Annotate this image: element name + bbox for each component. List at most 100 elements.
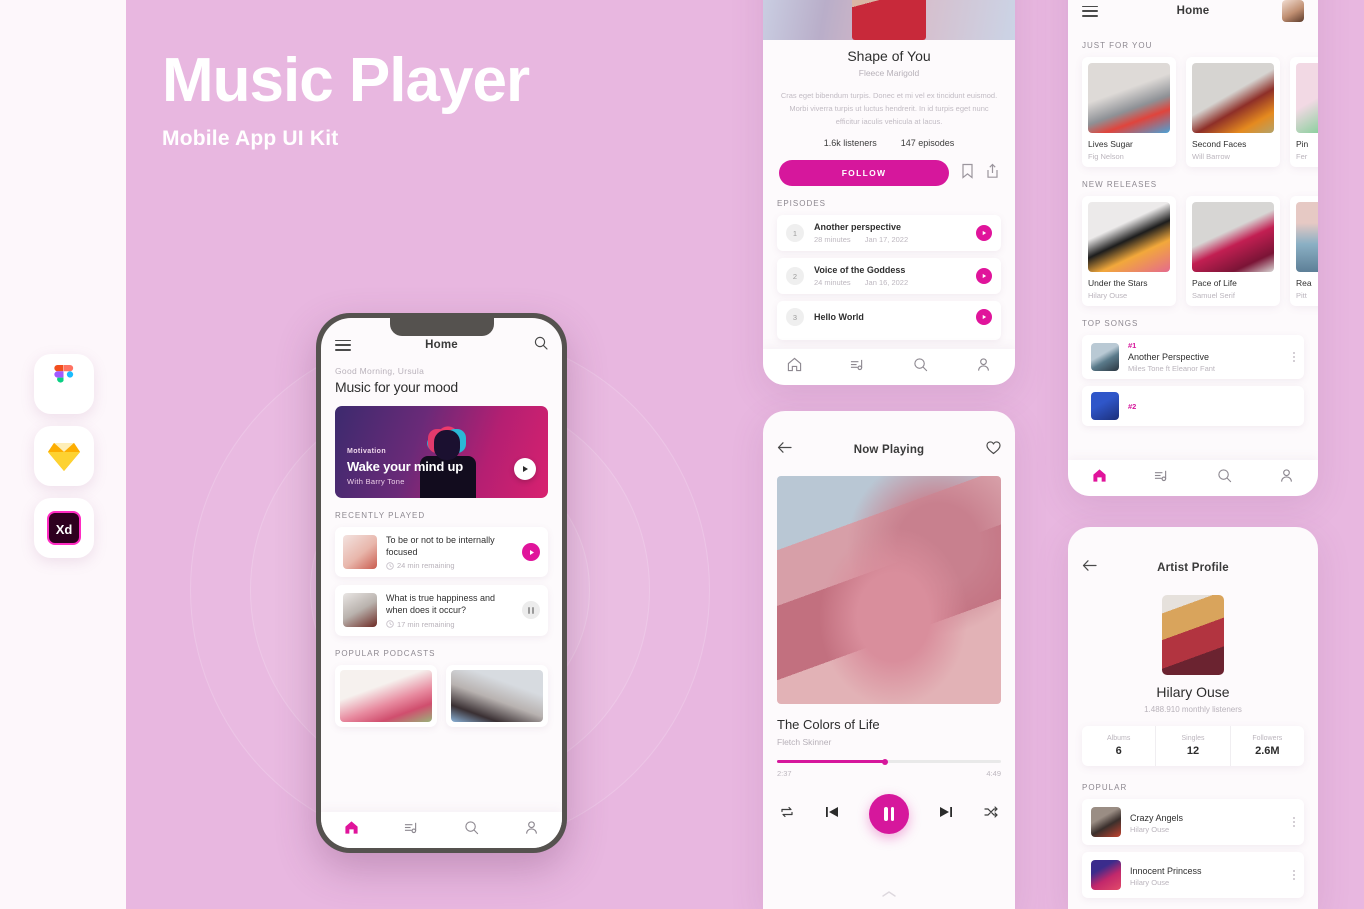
tab-search[interactable] [913,357,928,377]
album-artwork [1296,202,1318,272]
episode-duration: 24 minutes [814,278,851,288]
menu-icon[interactable] [335,339,351,351]
stat-value: 6 [1115,745,1122,757]
back-icon[interactable] [777,441,792,459]
table-row[interactable]: #2 [1082,386,1304,426]
screen-home: Home Good Morning, Ursula Music for your… [321,318,562,848]
avatar[interactable] [1282,0,1304,22]
seek-slider[interactable] [777,758,1001,765]
tab-playlist[interactable] [850,357,865,377]
table-row[interactable]: #1 Another Perspective Miles Tone ft Ele… [1082,335,1304,379]
tab-search[interactable] [464,820,479,840]
album-tile[interactable]: Under the Stars Hilary Ouse [1082,196,1176,306]
banner-play-button[interactable] [514,458,536,480]
artist-stats: Albums 6 Singles 12 Followers 2.6M [1082,726,1304,766]
pause-button[interactable] [869,794,909,834]
album-tile[interactable]: Pin Fer [1290,57,1318,167]
stat-label: Albums [1106,735,1131,742]
episode-list: 1 Another perspective 28 minutes Jan 17,… [763,215,1015,341]
album-tile[interactable]: Lives Sugar Fig Nelson [1082,57,1176,167]
song-main: Innocent Princess Hilary Ouse [1130,864,1284,887]
share-icon[interactable] [986,163,999,184]
album-title: Pace of Life [1192,278,1237,288]
tab-profile[interactable] [524,820,539,840]
tab-playlist[interactable] [1154,468,1169,488]
play-button[interactable] [976,225,992,242]
pause-button[interactable] [522,601,540,620]
podcast-card[interactable] [335,664,437,727]
list-item-remaining: 24 min remaining [397,561,455,571]
tab-home[interactable] [344,820,359,840]
episode-number: 3 [786,308,804,327]
poster-heading: Music Player Mobile App UI Kit [162,46,530,151]
podcast-stats: 1.6k listeners 147 episodes [763,138,1015,148]
album-artwork [1296,63,1318,133]
more-options-icon[interactable] [1293,817,1295,827]
follow-button[interactable]: FOLLOW [779,160,949,187]
song-main: #2 [1128,402,1295,411]
podcast-card[interactable] [446,664,548,727]
album-artwork [1088,63,1170,133]
chevron-up-icon[interactable] [763,885,1015,903]
play-button[interactable] [522,543,540,562]
play-button[interactable] [976,268,992,285]
song-title: Another Perspective [1128,352,1210,362]
screen-browse-home: Home JUST FOR YOU Lives Sugar Fig Nelson… [1068,0,1318,496]
table-row[interactable]: Innocent Princess Hilary Ouse [1082,852,1304,898]
album-artwork [1088,202,1170,272]
page-title: Music Player [162,46,530,115]
now-playing-topbar: Now Playing [763,433,1015,467]
artist-name: Hilary Ouse [1156,684,1230,700]
browse-topbar: Home [1068,0,1318,28]
seek-handle[interactable] [881,758,888,765]
episode-main: Another perspective 28 minutes Jan 17, 2… [814,222,966,244]
play-button[interactable] [976,309,992,326]
page-subtitle: Mobile App UI Kit [162,127,339,151]
bookmark-icon[interactable] [961,163,974,184]
tab-home[interactable] [787,357,802,377]
screen-now-playing: Now Playing The Colors of Life Fletch Sk… [763,411,1015,909]
tab-profile[interactable] [976,357,991,377]
heart-icon[interactable] [986,440,1001,460]
album-title: Under the Stars [1088,278,1148,288]
home-body: Good Morning, Ursula Music for your mood… [321,366,562,727]
clock-icon [386,562,394,570]
screen-podcast-detail: Shape of You Fleece Marigold Cras eget b… [763,0,1015,385]
search-icon[interactable] [534,336,548,355]
just-for-you-carousel[interactable]: Lives Sugar Fig Nelson Second Faces Will… [1068,57,1318,167]
shuffle-icon[interactable] [983,805,999,824]
next-track-button[interactable] [938,805,954,824]
repeat-icon[interactable] [779,805,795,824]
table-row[interactable]: 3 Hello World [777,301,1001,341]
artist-profile-title: Artist Profile [1157,562,1229,574]
featured-banner[interactable]: Motivation Wake your mind up With Barry … [335,406,548,498]
list-item-title: What is true happiness and when does it … [386,593,496,616]
list-item-main: What is true happiness and when does it … [386,592,513,628]
album-title: Pin [1296,139,1309,149]
episode-main: Voice of the Goddess 24 minutes Jan 16, … [814,265,966,287]
now-playing-body: Now Playing The Colors of Life Fletch Sk… [763,411,1015,909]
previous-track-button[interactable] [824,805,840,824]
song-artwork [1091,860,1121,890]
table-row[interactable]: Crazy Angels Hilary Ouse [1082,799,1304,845]
tab-playlist[interactable] [404,820,419,840]
list-item[interactable]: To be or not to be internally focused 24… [335,527,548,578]
menu-icon[interactable] [1082,5,1098,17]
album-tile[interactable]: Rea Pitt [1290,196,1318,306]
list-item[interactable]: What is true happiness and when does it … [335,585,548,636]
just-for-you-label: JUST FOR YOU [1082,41,1153,50]
album-tile[interactable]: Second Faces Will Barrow [1186,57,1280,167]
back-icon[interactable] [1082,559,1097,577]
more-options-icon[interactable] [1293,870,1295,880]
artist-profile-body: Artist Profile Hilary Ouse 1.488.910 mon… [1068,527,1318,909]
song-title: Innocent Princess [1130,865,1202,876]
tab-search[interactable] [1217,468,1232,488]
new-releases-carousel[interactable]: Under the Stars Hilary Ouse Pace of Life… [1068,196,1318,306]
more-options-icon[interactable] [1293,352,1295,362]
table-row[interactable]: 2 Voice of the Goddess 24 minutes Jan 16… [777,258,1001,295]
tab-home[interactable] [1092,468,1107,488]
table-row[interactable]: 1 Another perspective 28 minutes Jan 17,… [777,215,1001,252]
headline-text: Music for your mood [335,379,459,395]
album-tile[interactable]: Pace of Life Samuel Serif [1186,196,1280,306]
tab-profile[interactable] [1279,468,1294,488]
